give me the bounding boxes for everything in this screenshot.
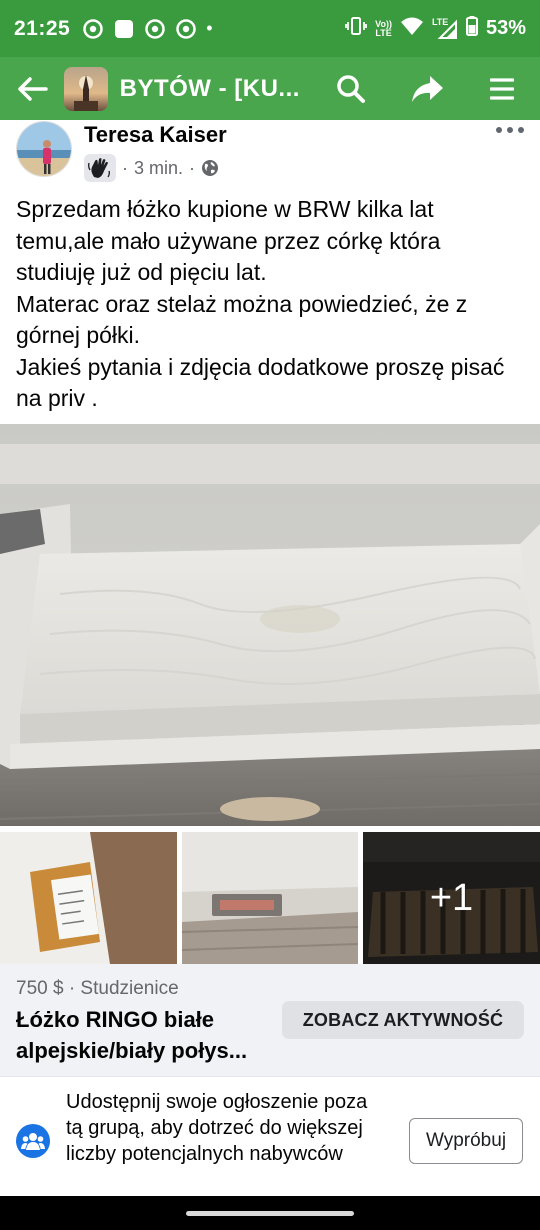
status-bar: 21:25 • Vo)) LTE LTE 53% <box>0 0 540 57</box>
more-photos-count: +1 <box>429 876 474 919</box>
more-dot <box>518 127 524 133</box>
thumbnail-more-photos[interactable]: +1 <box>363 832 540 964</box>
app-bar: BYTÓW - [KU... <box>0 57 540 120</box>
signal-icon: LTE <box>432 17 458 40</box>
group-icon <box>16 1124 50 1158</box>
back-button[interactable] <box>0 57 64 120</box>
post-meta: · 3 min. · <box>84 154 219 182</box>
system-nav-bar <box>0 1196 540 1230</box>
notification-dot: • <box>206 18 213 38</box>
price-location: 750 $ · Studzienice <box>16 978 179 999</box>
menu-button[interactable] <box>464 57 540 120</box>
menu-icon <box>490 77 515 100</box>
waving-hand-icon <box>84 154 116 182</box>
post-paragraph: Sprzedam łóżko kupione w BRW kilka lat t… <box>16 196 441 285</box>
wifi-icon <box>400 16 424 41</box>
meta-separator: · <box>122 157 128 178</box>
view-activity-button[interactable]: ZOBACZ AKTYWNOŚĆ <box>282 1001 524 1039</box>
volte-indicator: Vo)) LTE <box>375 18 392 38</box>
more-dot <box>507 127 513 133</box>
search-button[interactable] <box>313 57 389 120</box>
post-time[interactable]: 3 min. <box>134 158 183 179</box>
try-button[interactable]: Wypróbuj <box>409 1118 523 1164</box>
globe-icon <box>201 159 219 177</box>
chrome-icon <box>175 18 197 40</box>
avatar[interactable] <box>16 121 72 177</box>
listing-info: 750 $ · Studzienice Łóżko RINGO białe al… <box>0 964 540 1076</box>
chrome-icon <box>82 18 104 40</box>
square-icon <box>113 18 135 40</box>
post-paragraph: Jakieś pytania i zdjęcia dodatkowe prosz… <box>16 353 505 412</box>
vibrate-icon <box>345 16 368 41</box>
main-photo[interactable] <box>0 424 540 826</box>
home-gesture-bar[interactable] <box>186 1211 354 1216</box>
post-header: Teresa Kaiser · 3 min. · <box>0 120 540 192</box>
thumbnail-photo[interactable] <box>0 832 177 964</box>
battery-icon <box>465 16 478 41</box>
share-button[interactable] <box>389 57 465 120</box>
search-icon <box>337 74 366 103</box>
status-time: 21:25 <box>14 16 71 40</box>
thumbnail-photo[interactable] <box>182 832 358 964</box>
post-paragraph: Materac oraz stelaż można powiedzieć, że… <box>16 290 468 349</box>
more-dot <box>496 127 502 133</box>
chrome-icon <box>144 18 166 40</box>
arrow-left-icon <box>18 76 48 101</box>
promo-text: Udostępnij swoje ogłoszenie poza tą grup… <box>66 1091 368 1165</box>
group-thumbnail[interactable] <box>63 66 108 111</box>
share-icon <box>411 75 443 102</box>
battery-percent: 53% <box>485 17 526 39</box>
meta-separator: · <box>189 157 196 178</box>
photo-thumbnails: +1 <box>0 832 540 964</box>
post-text: Sprzedam łóżko kupione w BRW kilka lat t… <box>16 194 526 415</box>
listing-title[interactable]: Łóżko RINGO białe alpejskie/biały połys.… <box>16 1004 266 1066</box>
share-promo: Udostępnij swoje ogłoszenie poza tą grup… <box>0 1076 540 1196</box>
group-title[interactable]: BYTÓW - [KU... <box>120 75 314 103</box>
more-options-button[interactable] <box>496 120 524 140</box>
author-name[interactable]: Teresa Kaiser <box>84 122 227 148</box>
